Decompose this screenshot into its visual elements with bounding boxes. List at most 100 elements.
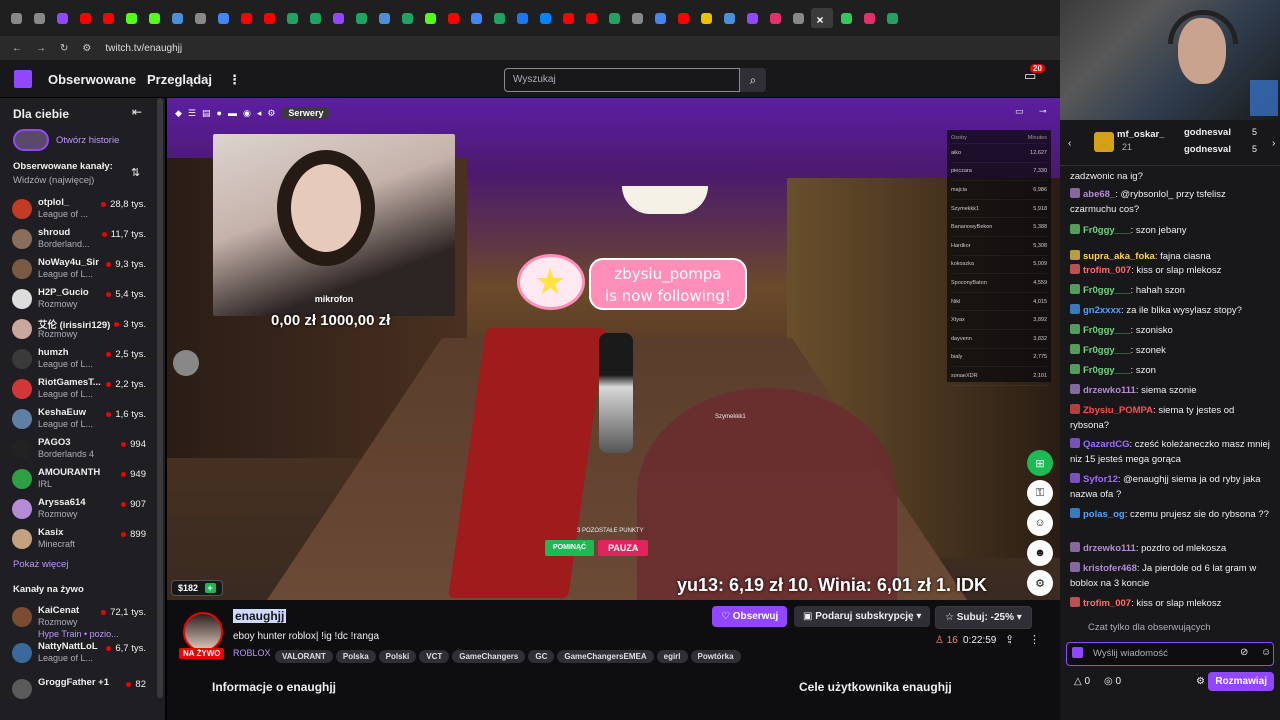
youtube-icon[interactable] [581,8,601,28]
chat-username[interactable]: drzewko111 [1083,385,1136,396]
v-icon[interactable] [696,8,716,28]
sidebar-scrollbar[interactable] [157,98,163,698]
youtube-icon[interactable] [75,8,95,28]
chat-username[interactable]: drzewko111 [1083,543,1136,554]
friends-icon[interactable]: ☻ [1027,540,1053,566]
show-more-link[interactable]: Pokaż więcej [13,559,68,570]
instagram-icon[interactable] [859,8,879,28]
gift-sub-button[interactable]: ▣ Podaruj subskrypcję ▾ [794,606,931,627]
stream-tag[interactable]: egirl [656,650,688,663]
app-icon[interactable] [167,8,187,28]
rss-icon[interactable] [29,8,49,28]
google-icon[interactable] [466,8,486,28]
channel-avatar[interactable] [183,612,223,652]
followed-channel[interactable]: AMOURANTH IRL 949 [12,466,162,496]
chat-username[interactable]: Syfor12 [1083,474,1118,485]
stream-tag[interactable]: VALORANT [275,650,333,663]
sound-icon[interactable]: ◂ [257,108,262,119]
messenger-icon[interactable] [535,8,555,28]
video-player[interactable]: Szymekkk1 ◆ ☰ ▤ ● ▬ ◉ ◂ ⚙ Serwery ▭ ⊸ mi… [167,98,1060,600]
sheets-icon[interactable] [305,8,325,28]
followed-channel[interactable]: otplol_ League of ... 28,8 tys. [12,196,162,226]
url-field[interactable]: twitch.tv/enaughjj [105,43,182,54]
youtube-icon[interactable] [443,8,463,28]
chat-username[interactable]: trofim_007 [1083,598,1131,609]
mute-icon[interactable]: ⊘ [1240,647,1248,658]
servers-button[interactable]: Serwery [281,107,331,119]
add-coins-icon[interactable]: + [204,583,216,593]
sheets-icon[interactable] [882,8,902,28]
game-settings-icon[interactable]: ⚙ [1027,570,1053,596]
instagram-icon[interactable] [765,8,785,28]
sheets-icon[interactable] [351,8,371,28]
game-link[interactable]: ROBLOX [233,648,271,658]
search-button[interactable]: ⌕ [740,68,766,92]
chat-username[interactable]: abe68_ [1083,189,1115,200]
collapse-sidebar-icon[interactable]: ⇤ [132,105,142,119]
followed-channel[interactable]: NoWay4u_Sir League of L... 9,3 tys. [12,256,162,286]
chat-settings-icon[interactable]: ⚙ [1196,676,1205,687]
chat-username[interactable]: trofim_007 [1083,265,1131,276]
follow-button[interactable]: ♡ Obserwuj [712,606,788,627]
followed-channel[interactable]: Aryssa614 Rozmowy 907 [12,496,162,526]
live-channel[interactable]: KaiCenat Rozmowy 72,1 tys. Hype Train • poz… [12,604,162,639]
chat-username[interactable]: Fr0ggy___ [1083,285,1131,296]
youtube-icon[interactable] [98,8,118,28]
twitch-icon[interactable] [742,8,762,28]
gear-icon[interactable] [627,8,647,28]
chat-username[interactable]: Fr0ggy___ [1083,225,1131,236]
story-avatar[interactable] [13,129,49,151]
next-icon[interactable]: › [1272,138,1275,149]
sheets-icon[interactable] [282,8,302,28]
chat-username[interactable]: Fr0ggy___ [1083,325,1131,336]
stream-tag[interactable]: GameChangersEMEA [557,650,654,663]
chat-identity-icon[interactable] [1072,647,1083,658]
live-channel[interactable]: GroggFather +1 82 [12,676,162,706]
chevron-down-icon[interactable] [6,8,26,28]
emote-picker-icon[interactable]: ☺ [1261,647,1271,658]
app-icon[interactable] [374,8,394,28]
followed-channel[interactable]: KeshaEuw League of L... 1,6 tys. [12,406,162,436]
app-icon[interactable] [836,8,856,28]
site-settings-icon[interactable]: ⚙ [82,43,91,54]
share-icon[interactable]: ⇪ [1005,633,1014,646]
followed-channel[interactable]: humzh League of L... 2,5 tys. [12,346,162,376]
sheets-icon[interactable] [397,8,417,28]
twitch-icon[interactable] [52,8,72,28]
pause-button[interactable]: PAUZA [598,540,649,556]
chat-username[interactable]: QazardCG [1083,439,1129,450]
chat-username[interactable]: supra_aka_foka [1083,251,1155,262]
player-top-icon[interactable]: ▭ [1015,106,1024,117]
followed-channel[interactable]: PAGO3 Borderlands 4 994 [12,436,162,466]
mic-icon[interactable]: ● [217,108,222,118]
chat-username[interactable]: Fr0ggy___ [1083,365,1131,376]
forward-icon[interactable]: → [36,43,46,54]
youtube-icon[interactable] [259,8,279,28]
more-menu-icon[interactable]: ⋮ [228,72,241,88]
emote-icon[interactable]: ▬ [228,108,237,118]
channel-name[interactable]: enaughjj [233,609,287,623]
youtube-icon[interactable] [558,8,578,28]
google-icon[interactable] [650,8,670,28]
back-icon[interactable]: ← [12,43,22,54]
app-icon[interactable] [719,8,739,28]
nav-following[interactable]: Obserwowane [48,72,136,87]
stream-tag[interactable]: Polska [335,650,376,663]
kick-icon[interactable] [144,8,164,28]
skip-button[interactable]: POMINĄĆ [545,540,595,556]
search-input[interactable]: Wyszukaj [504,68,740,92]
followed-channel[interactable]: RiotGamesT... League of L... 2,2 tys. [12,376,162,406]
facebook-icon[interactable] [512,8,532,28]
kick-icon[interactable] [121,8,141,28]
notifications-button[interactable]: ▭ 20 [1024,64,1045,84]
chat-username[interactable]: kristofer468 [1083,563,1137,574]
chat-username[interactable]: Zbysiu_POMPA [1083,405,1153,416]
kick-icon[interactable] [420,8,440,28]
reload-icon[interactable]: ↻ [60,43,68,54]
close-icon[interactable]: × [811,8,833,28]
chat-icon[interactable]: ▤ [202,108,211,119]
youtube-icon[interactable] [673,8,693,28]
settings-icon[interactable]: ⚙ [267,108,275,119]
google-icon[interactable] [213,8,233,28]
stream-tag[interactable]: GameChangers [452,650,526,663]
